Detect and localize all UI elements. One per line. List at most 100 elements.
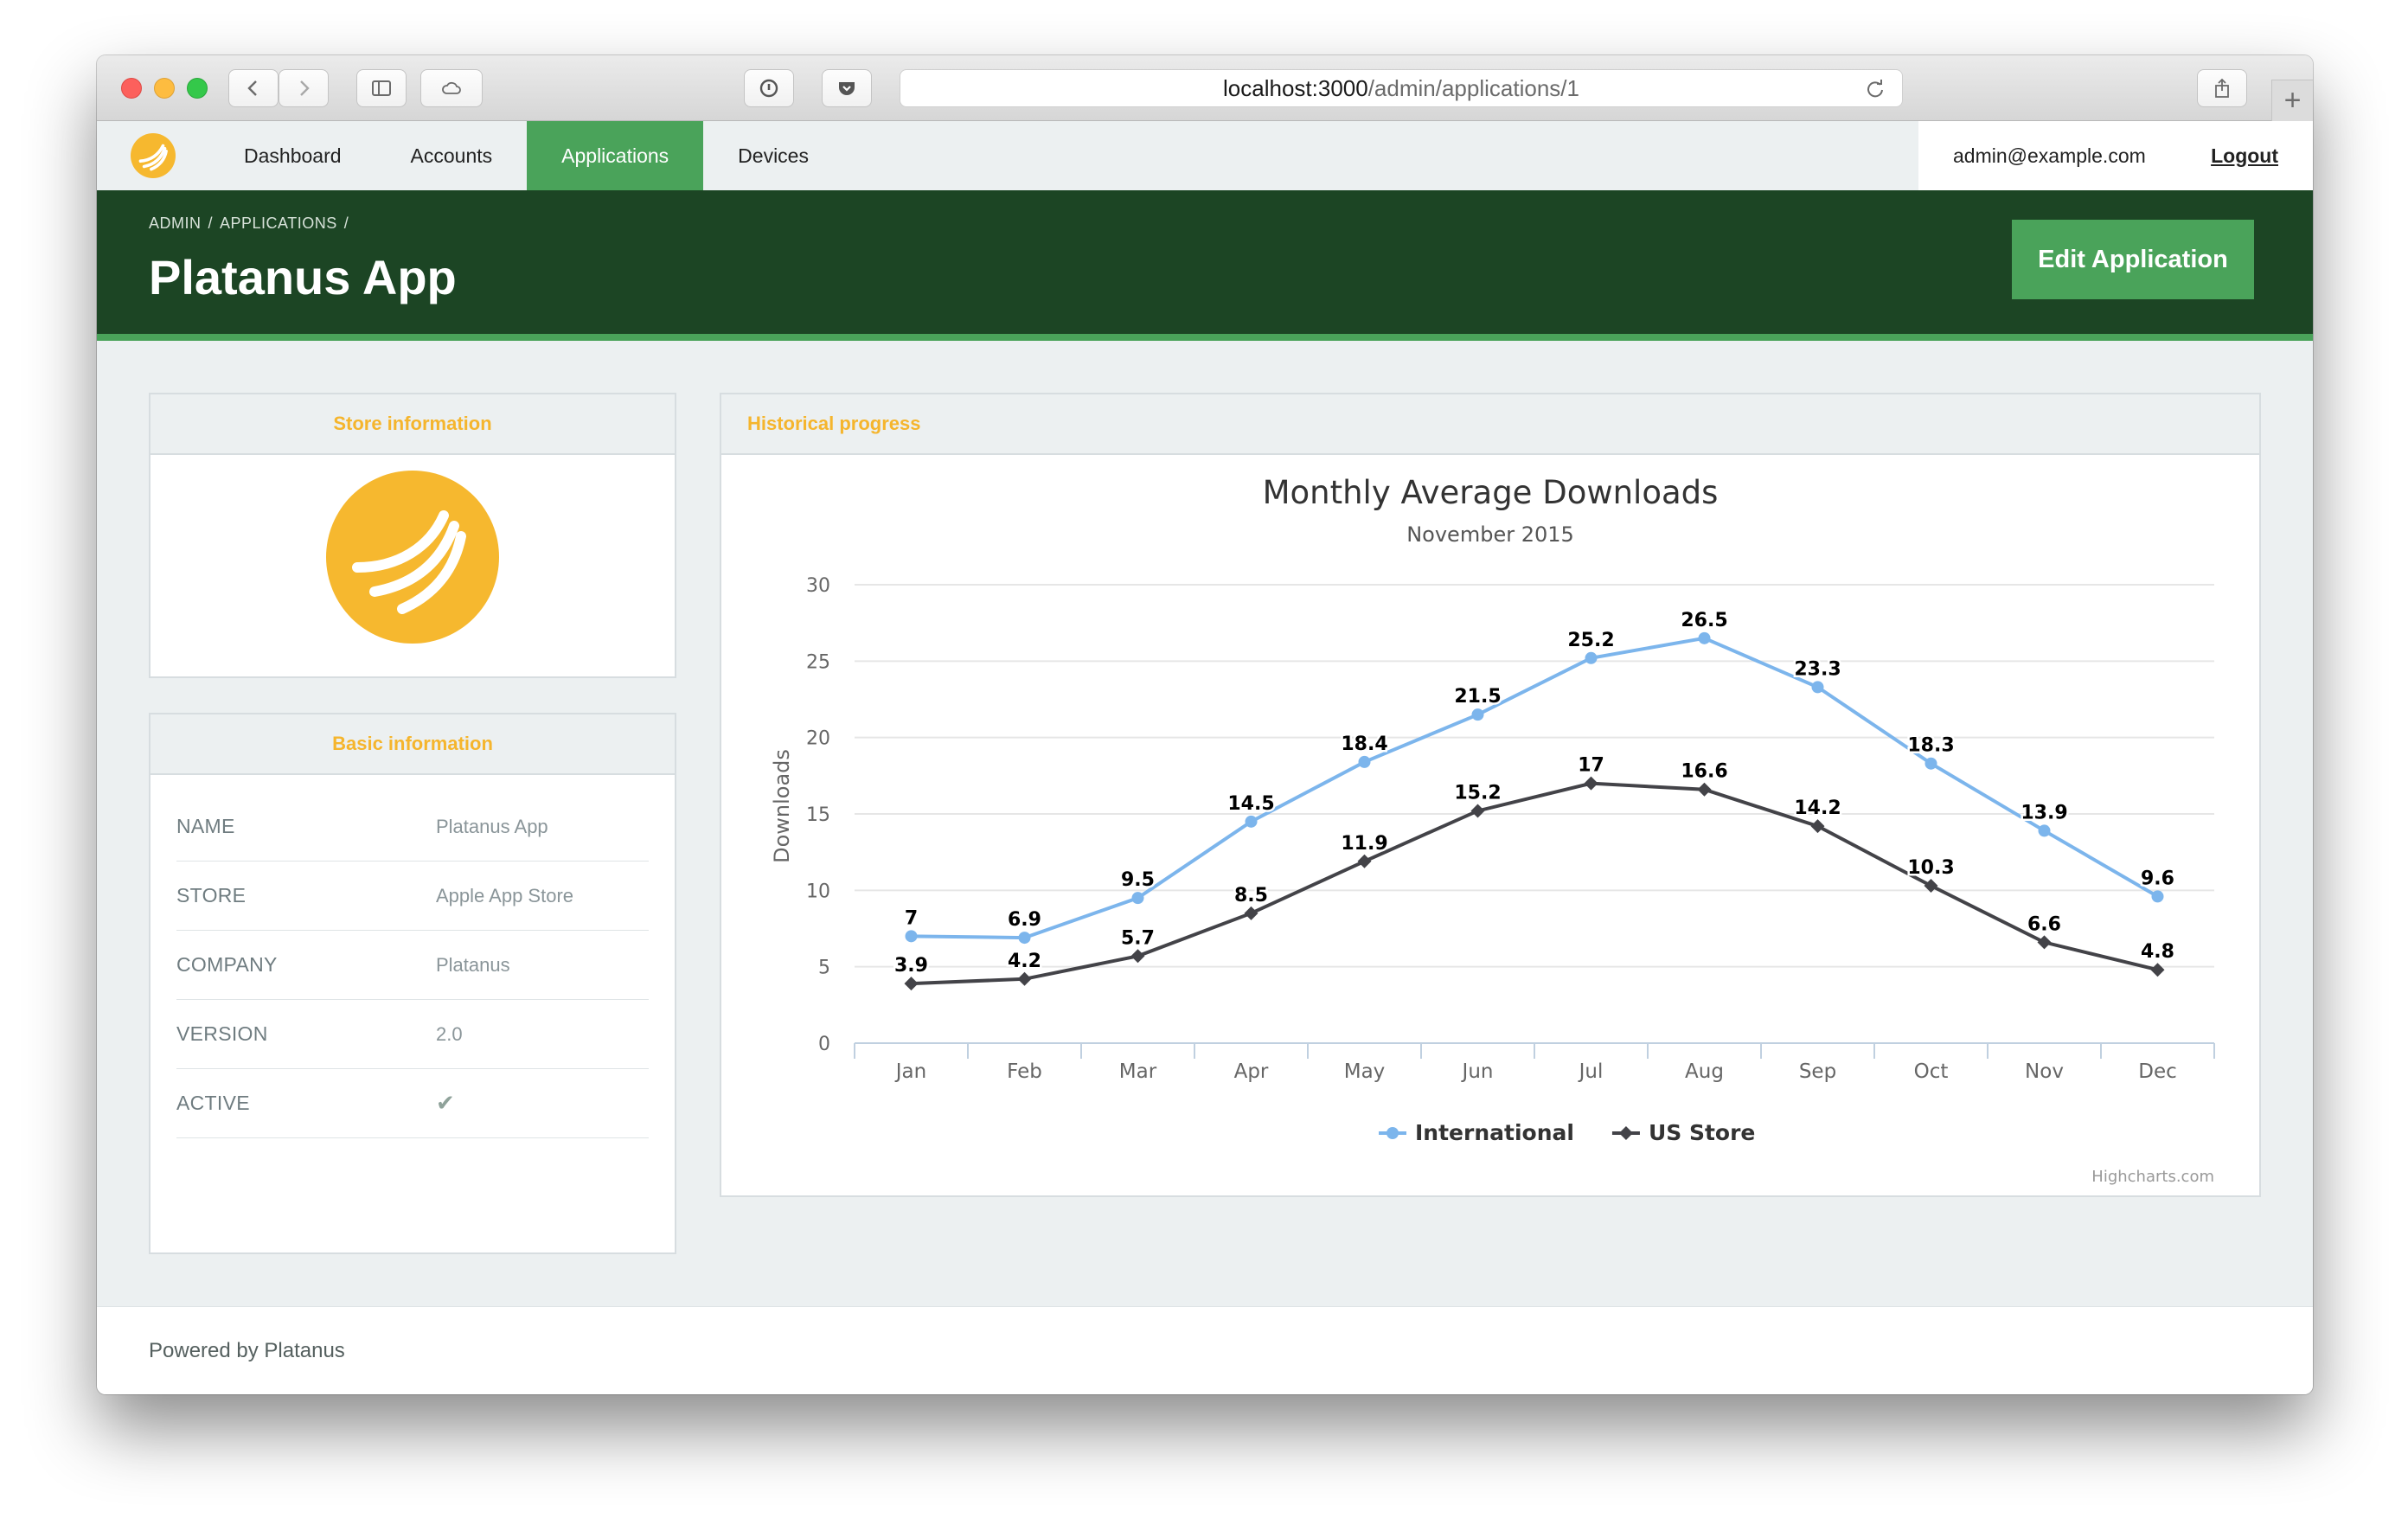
privacy-report-button[interactable] (744, 69, 794, 107)
url-path: /admin/applications/1 (1367, 74, 1579, 101)
icloud-tabs-button[interactable] (420, 69, 483, 107)
legend-marker (1618, 1126, 1633, 1140)
main-navbar: Dashboard Accounts Applications Devices … (97, 121, 2313, 190)
page-footer: Powered by Platanus (97, 1306, 2313, 1394)
zoom-window-button[interactable] (187, 78, 208, 99)
pocket-button[interactable] (822, 69, 872, 107)
data-label: 5.7 (1121, 927, 1155, 949)
data-point (1471, 708, 1484, 721)
share-icon (2215, 78, 2229, 98)
data-label: 8.5 (1234, 885, 1268, 906)
info-key: COMPANY (176, 953, 278, 976)
data-point (1244, 906, 1258, 920)
data-point (2038, 824, 2051, 837)
info-key: STORE (176, 884, 247, 906)
sidebar-icon (372, 80, 391, 96)
info-key: VERSION (176, 1022, 268, 1045)
x-tick-label: Feb (1007, 1060, 1042, 1083)
data-point (1584, 776, 1598, 791)
info-key: ACTIVE (176, 1092, 250, 1114)
forward-button[interactable] (279, 69, 329, 107)
breadcrumb-separator: / (343, 215, 349, 232)
chevron-left-icon (247, 80, 257, 96)
url-host: localhost:3000 (1223, 74, 1368, 101)
data-label: 3.9 (894, 955, 928, 977)
legend-item[interactable]: US Store (1649, 1120, 1755, 1145)
data-label: 18.4 (1341, 733, 1387, 755)
data-label: 6.9 (1008, 909, 1041, 931)
historical-progress-panel: Historical progress Monthly Average Down… (720, 393, 2261, 1197)
nav-dashboard[interactable]: Dashboard (209, 121, 376, 190)
info-value: Platanus (436, 953, 510, 976)
data-label: 9.5 (1121, 869, 1155, 891)
share-button[interactable] (2197, 69, 2247, 107)
y-tick-label: 10 (806, 881, 830, 902)
y-tick-label: 20 (806, 728, 830, 750)
y-tick-label: 0 (818, 1034, 830, 1055)
chart-title: Monthly Average Downloads (1263, 474, 1719, 511)
plus-icon: + (2283, 84, 2302, 117)
data-point (1811, 681, 1824, 694)
panel-title: Store information (150, 394, 675, 455)
new-tab-button[interactable]: + (2271, 80, 2313, 121)
x-tick-label: Jan (894, 1060, 926, 1083)
data-label: 4.2 (1008, 951, 1041, 972)
nav-devices[interactable]: Devices (703, 121, 843, 190)
data-label: 16.6 (1681, 761, 1727, 783)
back-button[interactable] (228, 69, 279, 107)
platanus-logo-icon (131, 133, 176, 178)
y-tick-label: 30 (806, 575, 830, 597)
basic-information-panel: Basic information NAME Platanus App STOR… (149, 713, 676, 1254)
data-point (1585, 651, 1598, 664)
legend-item[interactable]: International (1415, 1120, 1574, 1145)
sidebar-toggle-button[interactable] (356, 69, 407, 107)
browser-window: localhost:3000/admin/applications/1 + Da… (97, 55, 2313, 1394)
edit-application-button[interactable]: Edit Application (2012, 220, 2254, 299)
x-tick-label: Mar (1119, 1060, 1157, 1083)
page-header: ADMIN / APPLICATIONS / Platanus App Edit Ap… (97, 190, 2313, 341)
data-label: 6.6 (2027, 913, 2061, 935)
info-row-active: ACTIVE ✔ (176, 1069, 649, 1138)
address-bar[interactable]: localhost:3000/admin/applications/1 (900, 69, 1903, 107)
info-row-store: STORE Apple App Store (176, 862, 649, 931)
data-label: 14.2 (1794, 798, 1841, 819)
close-window-button[interactable] (121, 78, 142, 99)
y-tick-label: 15 (806, 804, 830, 826)
info-circle-icon (759, 79, 778, 98)
page-title: Platanus App (149, 250, 457, 304)
brand-logo[interactable] (97, 121, 209, 190)
app-logo-icon (326, 471, 499, 644)
breadcrumb-applications[interactable]: APPLICATIONS (220, 215, 337, 232)
pocket-icon (839, 82, 855, 95)
data-point (1810, 819, 1825, 834)
data-point (1698, 631, 1711, 644)
user-email: admin@example.com (1953, 144, 2146, 167)
data-label: 4.8 (2141, 941, 2174, 963)
data-point (2150, 963, 2165, 977)
info-row-company: COMPANY Platanus (176, 931, 649, 1000)
info-value: Apple App Store (436, 884, 574, 906)
breadcrumb-admin[interactable]: ADMIN (149, 215, 202, 232)
x-tick-label: Dec (2138, 1060, 2177, 1083)
chart-credits[interactable]: Highcharts.com (2091, 1168, 2214, 1186)
legend-marker (1387, 1127, 1399, 1139)
data-point (905, 930, 918, 943)
data-point (1018, 932, 1031, 945)
data-label: 15.2 (1454, 782, 1501, 804)
breadcrumb: ADMIN / APPLICATIONS / (149, 215, 355, 233)
y-tick-label: 5 (818, 958, 830, 979)
data-point (1131, 892, 1144, 905)
data-label: 10.3 (1907, 857, 1954, 879)
check-icon: ✔ (436, 1090, 455, 1116)
nav-accounts[interactable]: Accounts (376, 121, 528, 190)
reload-icon[interactable] (1864, 77, 1886, 99)
y-tick-label: 25 (806, 651, 830, 673)
data-point (1924, 757, 1937, 770)
info-key: NAME (176, 815, 235, 837)
minimize-window-button[interactable] (154, 78, 175, 99)
data-point (1130, 949, 1145, 964)
logout-link[interactable]: Logout (2211, 144, 2278, 168)
info-table: NAME Platanus App STORE Apple App Store … (150, 775, 675, 1138)
data-label: 14.5 (1227, 793, 1274, 815)
nav-applications[interactable]: Applications (527, 121, 704, 190)
